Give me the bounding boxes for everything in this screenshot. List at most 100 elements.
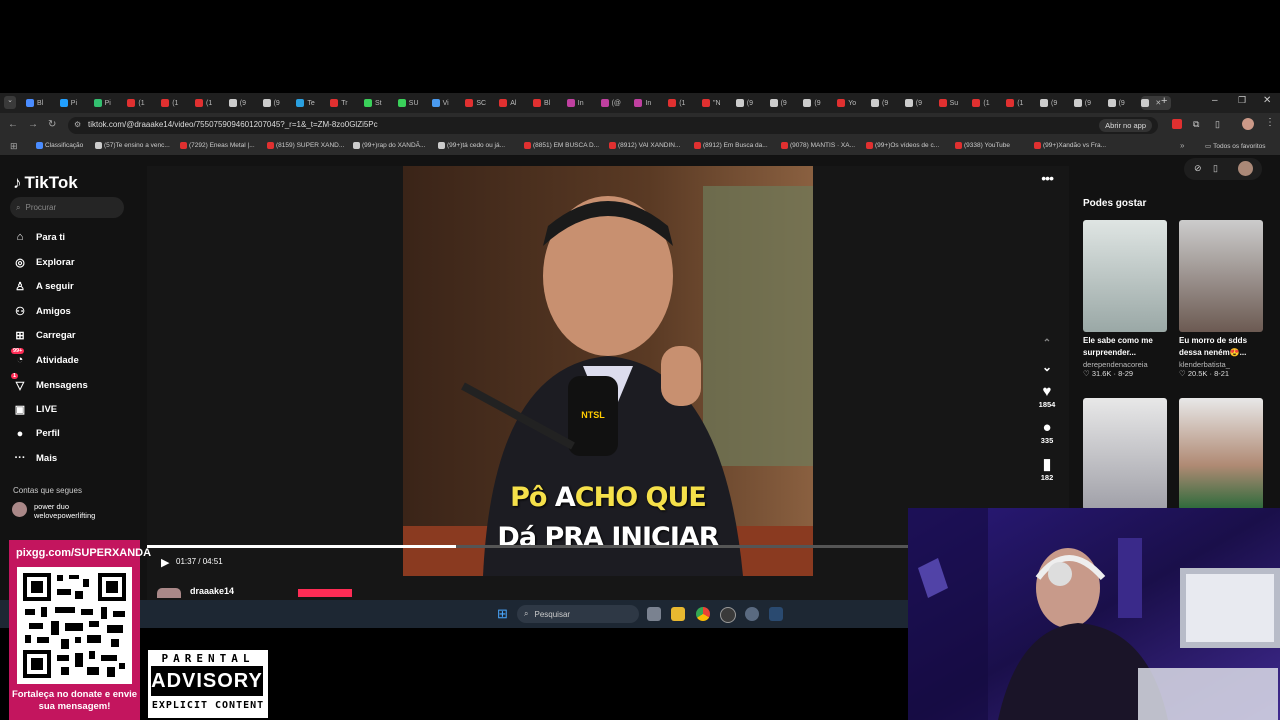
browser-tab[interactable]: SU xyxy=(397,96,430,110)
site-info-icon[interactable]: ⚙ xyxy=(74,120,81,129)
tiktok-logo[interactable]: ♪ TikTok xyxy=(13,173,78,193)
device-icon[interactable]: ▯ xyxy=(1213,163,1218,174)
following-account[interactable]: power duo welovepowerlifting xyxy=(12,502,95,520)
browser-tab[interactable]: Al xyxy=(499,96,531,110)
recommended-item[interactable] xyxy=(1179,398,1263,510)
browser-menu-icon[interactable]: ⋮ xyxy=(1265,117,1275,128)
new-tab-button[interactable]: + xyxy=(1161,95,1167,107)
extensions-puzzle-icon[interactable]: ⧉ xyxy=(1193,119,1199,130)
browser-tab[interactable]: (1 xyxy=(161,96,193,110)
discover-icon[interactable]: ⊘ xyxy=(1194,163,1202,174)
browser-tab[interactable]: (9 xyxy=(871,96,903,110)
browser-tab[interactable]: In xyxy=(634,96,666,110)
user-avatar[interactable] xyxy=(1238,161,1253,176)
sidebar-item-perfil[interactable]: ● Perfil xyxy=(13,428,60,440)
back-icon[interactable]: ← xyxy=(8,119,18,130)
browser-tab[interactable]: Bl xyxy=(533,96,565,110)
bookmark-item[interactable]: (8912) Em Busca da... xyxy=(694,142,768,149)
browser-tab[interactable]: (@ xyxy=(600,96,633,110)
browser-tab[interactable]: (9 xyxy=(1040,96,1072,110)
file-explorer-icon[interactable] xyxy=(671,607,685,621)
bookmark-item[interactable]: Classificação xyxy=(36,142,83,149)
task-view-icon[interactable] xyxy=(647,607,661,621)
browser-tab[interactable]: Vi xyxy=(431,96,464,110)
sidebar-item-live[interactable]: ▣ LIVE xyxy=(13,403,57,416)
browser-tab[interactable]: Te xyxy=(296,96,328,110)
next-video-icon[interactable]: ⌄ xyxy=(1033,360,1061,374)
browser-tab[interactable]: Tr xyxy=(330,96,362,110)
author-name[interactable]: draaake14 xyxy=(190,586,234,596)
browser-tab[interactable]: In xyxy=(566,96,599,110)
bookmark-item[interactable]: (8912) VAI XANDIN... xyxy=(609,142,680,149)
sidebar-icon[interactable]: ▯ xyxy=(1215,119,1220,130)
browser-tab[interactable]: (1 xyxy=(972,96,1004,110)
browser-tab[interactable]: (1 xyxy=(1006,96,1038,110)
tab-list-button[interactable]: ⌄ xyxy=(4,96,16,109)
bookmark-item[interactable]: (8159) SUPER XAND... xyxy=(267,142,344,149)
taskbar-search[interactable]: ⌕ Pesquisar xyxy=(517,605,639,623)
browser-tab[interactable]: (9 xyxy=(1107,96,1140,110)
browser-tab[interactable]: Pi xyxy=(93,96,126,110)
browser-tab[interactable]: (9 xyxy=(735,96,768,110)
url-field[interactable]: ⚙ tiktok.com/@draaake14/video/7550759094… xyxy=(68,117,1158,134)
browser-tab[interactable]: (9 xyxy=(769,96,802,110)
browser-tab[interactable]: SC xyxy=(465,96,497,110)
browser-tab[interactable]: (9 xyxy=(262,96,295,110)
app-icon[interactable] xyxy=(720,607,736,623)
sidebar-item-carregar[interactable]: ⊞ Carregar xyxy=(13,329,75,342)
save-button[interactable]: ▮ 182 xyxy=(1033,457,1061,483)
video-frame[interactable]: NTSL Pô ACHO QUE Dá PRA INICIAR xyxy=(403,166,813,576)
apps-grid-icon[interactable]: ⊞ xyxy=(10,141,18,152)
sidebar-item-para-ti[interactable]: ⌂ Para ti xyxy=(13,231,65,243)
browser-tab[interactable]: Su xyxy=(938,96,971,110)
bookmark-item[interactable]: (99+)Xandão vs Fra... xyxy=(1034,142,1106,149)
sidebar-item-explorar[interactable]: ◎ Explorar xyxy=(13,256,74,269)
sidebar-item-amigos[interactable]: ⚇ Amigos xyxy=(13,305,71,318)
recommended-item[interactable] xyxy=(1083,398,1167,510)
recommended-item[interactable]: Eu morro de sdds dessa neném😍... klender… xyxy=(1179,220,1263,378)
all-favorites-folder[interactable]: ▭ Todos os favoritos xyxy=(1205,142,1266,151)
more-bookmarks-icon[interactable]: » xyxy=(1180,141,1184,150)
forward-icon[interactable]: → xyxy=(28,119,38,130)
minimize-button[interactable]: – xyxy=(1212,95,1218,106)
bookmark-item[interactable]: (9338) YouTube xyxy=(955,142,1010,149)
like-button[interactable]: ♥ 1854 xyxy=(1033,384,1061,410)
search-input[interactable]: ⌕ Procurar xyxy=(10,197,124,218)
steam-icon[interactable] xyxy=(769,607,783,621)
reload-icon[interactable]: ↻ xyxy=(48,119,56,130)
recommended-item[interactable]: Ele sabe como me surpreender... derepend… xyxy=(1083,220,1167,378)
settings-icon[interactable] xyxy=(745,607,759,621)
browser-tab[interactable]: (1 xyxy=(127,96,159,110)
close-window-button[interactable]: ✕ xyxy=(1263,95,1271,106)
browser-tab[interactable]: (1 xyxy=(668,96,700,110)
browser-tab[interactable]: (9 xyxy=(1073,96,1106,110)
extension-icon[interactable] xyxy=(1172,119,1182,129)
chrome-icon[interactable] xyxy=(696,607,710,621)
sidebar-item-mais[interactable]: ··· Mais xyxy=(13,452,58,464)
author-avatar[interactable] xyxy=(157,588,181,598)
more-options-icon[interactable]: ••• xyxy=(1041,170,1054,186)
browser-tab[interactable]: (9 xyxy=(904,96,937,110)
browser-tab[interactable]: "N xyxy=(702,96,734,110)
bookmark-item[interactable]: (9078) MANTIS · XA... xyxy=(781,142,855,149)
browser-tab[interactable]: (9 xyxy=(228,96,261,110)
bookmark-item[interactable]: (57)Te ensino a venc... xyxy=(95,142,170,149)
browser-tab[interactable]: St xyxy=(364,96,396,110)
comment-button[interactable]: ● 335 xyxy=(1033,420,1061,446)
bookmark-item[interactable]: (8851) EM BUSCA D... xyxy=(524,142,599,149)
bookmark-item[interactable]: (99+)Os vídeos de c... xyxy=(866,142,939,149)
bookmark-item[interactable]: (7292) Eneas Metal |... xyxy=(180,142,255,149)
open-in-app-button[interactable]: Abrir no app xyxy=(1099,119,1152,132)
play-icon[interactable]: ▶ xyxy=(161,556,169,569)
sidebar-item-mensagens[interactable]: ▽ 1 Mensagens xyxy=(11,372,88,392)
profile-avatar[interactable] xyxy=(1242,118,1254,130)
browser-tab[interactable]: Pi xyxy=(59,96,92,110)
previous-video-icon[interactable]: ⌃ xyxy=(1033,338,1061,349)
bookmark-item[interactable]: (99+)rap do XANDÃ... xyxy=(353,142,425,149)
sidebar-item-a-seguir[interactable]: ♙ A seguir xyxy=(13,280,74,293)
windows-start-icon[interactable]: ⊞ xyxy=(497,607,508,621)
browser-tab[interactable]: (9 xyxy=(803,96,835,110)
browser-tab[interactable]: (1 xyxy=(195,96,227,110)
browser-tab[interactable]: Bl xyxy=(26,96,58,110)
sidebar-item-atividade[interactable]: ◔ 99+ Atividade xyxy=(11,348,79,366)
